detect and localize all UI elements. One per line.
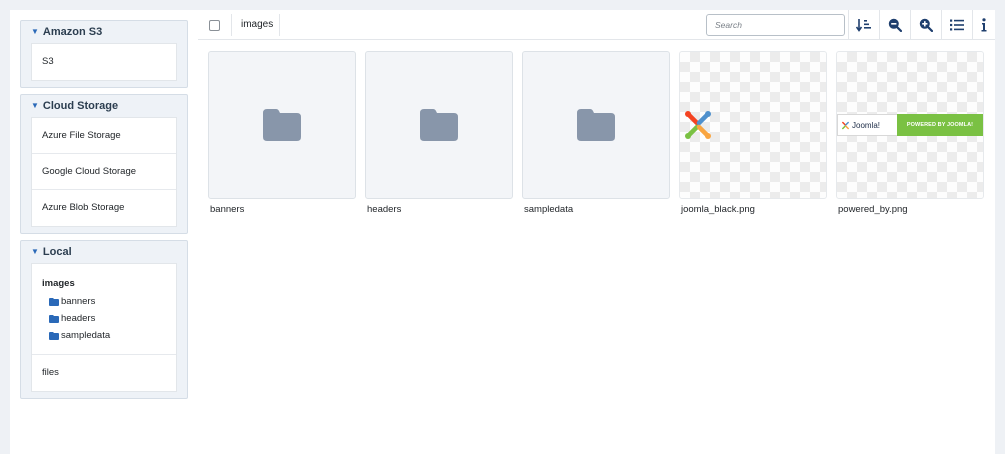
folder-icon	[263, 109, 301, 141]
list-view-button[interactable]	[941, 10, 972, 40]
zoom-out-icon	[888, 18, 902, 32]
folder-icon	[49, 331, 59, 340]
panel-cloud-storage: ▼ Cloud Storage Azure File Storage Google…	[20, 94, 188, 234]
panel-amazon-s3: ▼ Amazon S3 S3	[20, 20, 188, 88]
tile-label: sampledata	[524, 204, 574, 215]
folder-icon	[420, 109, 458, 141]
panel-header-amazon-s3[interactable]: ▼ Amazon S3	[31, 21, 177, 43]
drive-s3[interactable]: S3	[32, 44, 176, 80]
divider	[231, 14, 232, 36]
drive-google-cloud-storage[interactable]: Google Cloud Storage	[32, 154, 176, 190]
list-view-icon	[950, 19, 964, 31]
tile-label: joomla_black.png	[681, 204, 755, 215]
drive-azure-blob-storage[interactable]: Azure Blob Storage	[32, 190, 176, 226]
image-tile-joomla-black[interactable]: joomla_black.png	[679, 51, 827, 215]
drive-azure-file-storage[interactable]: Azure File Storage	[32, 118, 176, 154]
image-thumbnail	[679, 51, 827, 199]
info-button[interactable]	[972, 10, 995, 40]
panel-local: ▼ Local images banners headers sampledat…	[20, 240, 188, 399]
tree-item-banners[interactable]: banners	[42, 293, 166, 310]
media-manager: ▼ Amazon S3 S3 ▼ Cloud Storage Azure File …	[10, 10, 995, 454]
tree-root-images[interactable]: images	[42, 278, 166, 289]
banner-text: POWERED BY JOOMLA!	[897, 114, 983, 136]
folder-thumbnail	[522, 51, 670, 199]
sidebar: ▼ Amazon S3 S3 ▼ Cloud Storage Azure File …	[20, 20, 188, 405]
banner-logo-text: Joomla!	[852, 120, 881, 130]
image-tile-powered-by[interactable]: Joomla! POWERED BY JOOMLA! powered_by.pn…	[836, 51, 984, 215]
tree-item-headers[interactable]: headers	[42, 310, 166, 327]
folder-tile-headers[interactable]: headers	[365, 51, 513, 215]
folder-thumbnail	[365, 51, 513, 199]
zoom-out-button[interactable]	[879, 10, 910, 40]
folder-tile-banners[interactable]: banners	[208, 51, 356, 215]
info-icon	[981, 18, 987, 32]
tile-label: headers	[367, 204, 402, 215]
folder-icon	[49, 297, 59, 306]
tile-label: powered_by.png	[838, 204, 908, 215]
search-input[interactable]	[706, 14, 845, 36]
caret-down-icon: ▼	[31, 247, 39, 256]
powered-by-banner: Joomla! POWERED BY JOOMLA!	[837, 114, 983, 136]
drive-local-files[interactable]: files	[32, 355, 176, 391]
caret-down-icon: ▼	[31, 27, 39, 36]
breadcrumb[interactable]: images	[241, 19, 273, 30]
folder-icon	[49, 314, 59, 323]
toolbar: images	[198, 10, 995, 40]
zoom-in-button[interactable]	[910, 10, 941, 40]
zoom-in-icon	[919, 18, 933, 32]
drive-local-images: images banners headers sampledata	[32, 264, 176, 355]
image-thumbnail: Joomla! POWERED BY JOOMLA!	[836, 51, 984, 199]
sort-icon	[856, 19, 871, 32]
select-all-checkbox[interactable]	[209, 20, 220, 31]
panel-header-local[interactable]: ▼ Local	[31, 241, 177, 263]
joomla-logo-icon	[842, 121, 849, 129]
folder-thumbnail	[208, 51, 356, 199]
divider	[279, 14, 280, 36]
tree-item-sampledata[interactable]: sampledata	[42, 327, 166, 344]
joomla-logo-icon	[685, 111, 711, 139]
folder-icon	[577, 109, 615, 141]
caret-down-icon: ▼	[31, 101, 39, 110]
sort-button[interactable]	[848, 10, 879, 40]
tile-label: banners	[210, 204, 245, 215]
folder-tile-sampledata[interactable]: sampledata	[522, 51, 670, 215]
panel-header-cloud-storage[interactable]: ▼ Cloud Storage	[31, 95, 177, 117]
